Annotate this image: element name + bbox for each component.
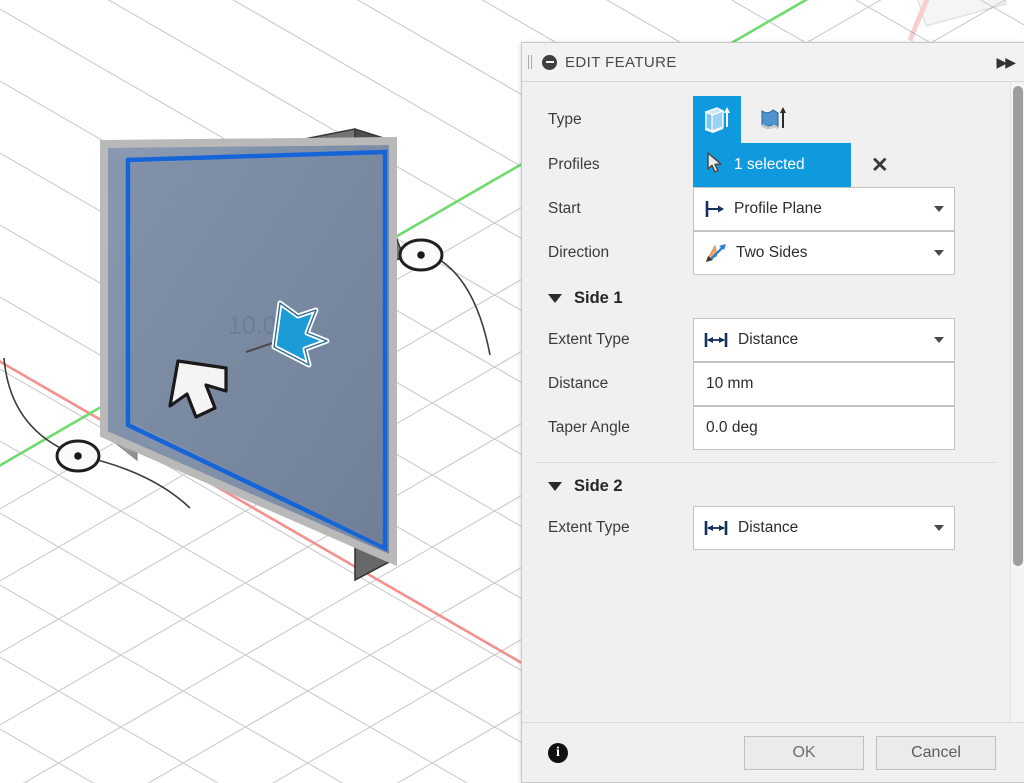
triangle-down-icon[interactable]: [548, 294, 562, 303]
drag-grip-icon[interactable]: [528, 54, 537, 70]
row-side1-distance: Distance 10 mm: [522, 362, 1010, 406]
label-side1-extent-type: Extent Type: [548, 331, 630, 348]
side2-extent-type-dropdown[interactable]: Distance: [693, 506, 955, 550]
ok-button[interactable]: OK: [744, 735, 864, 770]
label-side1-distance: Distance: [548, 375, 609, 392]
chevron-down-icon[interactable]: [934, 525, 944, 531]
label-direction: Direction: [548, 244, 610, 261]
fusion-app-window: 10.0 EDIT FEATURE ▶▶ Type Profiles 1 sel…: [0, 0, 1024, 783]
side1-extent-type-dropdown[interactable]: Distance: [693, 318, 955, 362]
profiles-selection-text: 1 selected: [734, 156, 805, 173]
cursor-pointer-icon: [707, 152, 724, 178]
panel-scrollbar-thumb[interactable]: [1013, 86, 1023, 566]
side1-extent-type-value: Distance: [738, 331, 799, 348]
start-value: Profile Plane: [734, 200, 822, 217]
chevron-down-icon[interactable]: [934, 250, 944, 256]
direction-dropdown[interactable]: Two Sides: [693, 231, 955, 275]
edit-feature-dialog: EDIT FEATURE ▶▶ Type Profiles 1 selected…: [521, 42, 1024, 783]
profile-plane-icon: [704, 199, 726, 219]
dialog-body: Type Profiles 1 selected ✕ Start Profile…: [522, 82, 1024, 722]
section-side-1[interactable]: Side 1: [522, 275, 1010, 318]
row-side2-extent-type: Extent Type Distance: [522, 506, 1010, 550]
label-side2-extent-type: Extent Type: [548, 519, 630, 536]
section-side-2-label: Side 2: [574, 477, 623, 495]
dialog-scroll-content: Type Profiles 1 selected ✕ Start Profile…: [522, 82, 1010, 722]
start-dropdown[interactable]: Profile Plane: [693, 187, 955, 231]
dialog-title: EDIT FEATURE: [565, 53, 677, 71]
section-side-2[interactable]: Side 2: [522, 463, 1010, 506]
surface-extrude-icon[interactable]: [749, 96, 797, 143]
type-toggle-group: [693, 96, 797, 143]
label-start: Start: [548, 200, 581, 217]
side1-distance-input[interactable]: 10 mm: [693, 362, 955, 406]
label-side1-taper-angle: Taper Angle: [548, 419, 630, 436]
two-sides-arrow-icon: [704, 242, 728, 264]
minus-circle-icon[interactable]: [542, 54, 557, 70]
profiles-selection-chip[interactable]: 1 selected: [693, 143, 851, 187]
info-icon[interactable]: i: [548, 742, 568, 763]
dimension-value: 10.0: [228, 312, 277, 340]
dialog-title-bar[interactable]: EDIT FEATURE ▶▶: [522, 43, 1024, 82]
row-side1-extent-type: Extent Type Distance: [522, 318, 1010, 362]
row-side1-taper-angle: Taper Angle 0.0 deg: [522, 406, 1010, 450]
chevron-down-icon[interactable]: [934, 337, 944, 343]
label-type: Type: [548, 110, 582, 128]
section-side-1-label: Side 1: [574, 289, 623, 307]
row-type: Type: [522, 96, 1010, 143]
dialog-footer: i OK Cancel: [522, 722, 1024, 782]
label-profiles: Profiles: [548, 156, 600, 173]
distance-icon: [704, 518, 730, 538]
distance-icon: [704, 330, 730, 350]
panel-scrollbar[interactable]: [1010, 82, 1024, 722]
side1-taper-angle-input[interactable]: 0.0 deg: [693, 406, 955, 450]
chevron-down-icon[interactable]: [934, 206, 944, 212]
double-chevron-right-icon[interactable]: ▶▶: [996, 55, 1015, 69]
solid-extrude-icon[interactable]: [693, 96, 741, 143]
row-profiles: Profiles 1 selected ✕: [522, 143, 1010, 187]
side2-extent-type-value: Distance: [738, 519, 799, 536]
clear-selection-icon[interactable]: ✕: [871, 155, 889, 176]
cancel-button[interactable]: Cancel: [876, 735, 996, 770]
direction-value: Two Sides: [736, 244, 808, 261]
footer-button-group: OK Cancel: [744, 735, 996, 770]
triangle-down-icon[interactable]: [548, 482, 562, 491]
row-start: Start Profile Plane: [522, 187, 1010, 231]
row-direction: Direction Two Sides: [522, 231, 1010, 275]
